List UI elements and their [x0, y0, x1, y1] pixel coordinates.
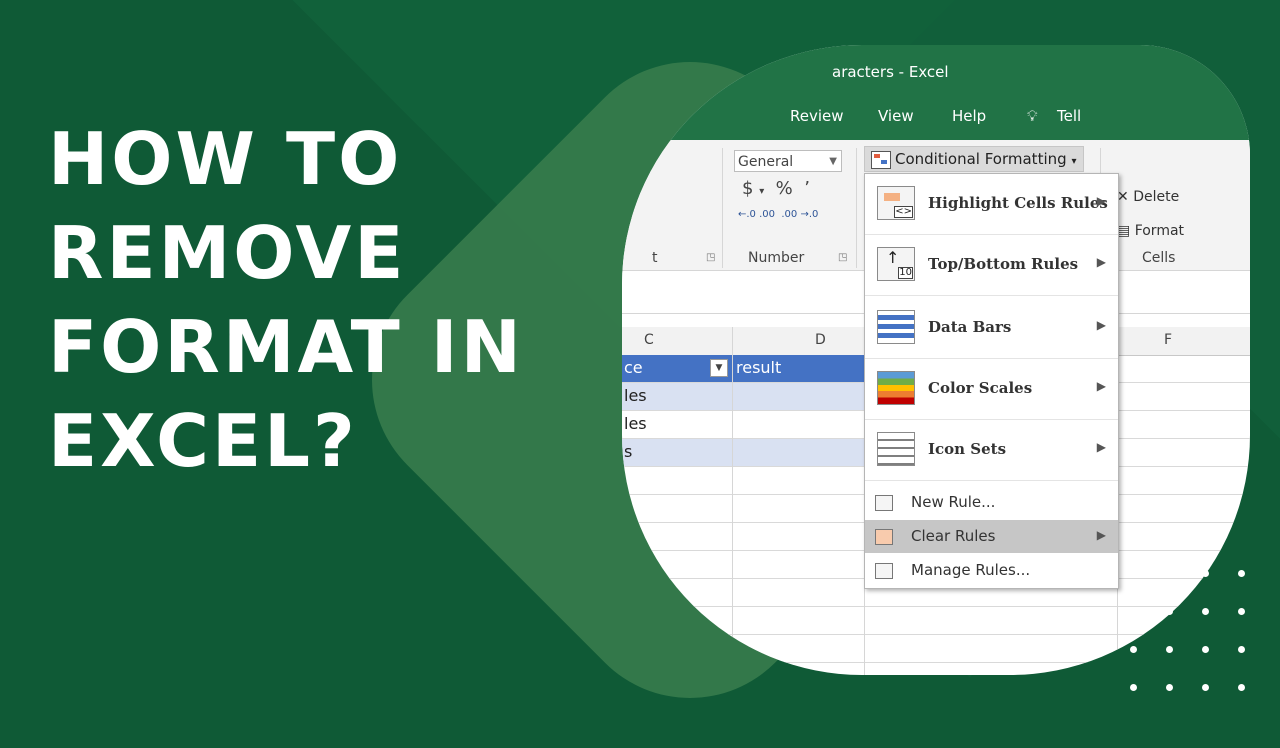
- headline-line-2: REMOVE: [48, 211, 407, 295]
- cell-c: les: [624, 414, 647, 433]
- group-label-alignment: t: [652, 250, 658, 266]
- menu-item-highlight-cells-rules[interactable]: Highlight Cells Rules ▶: [865, 174, 1118, 235]
- delete-cells-button[interactable]: ✕ Delete: [1117, 180, 1184, 214]
- decrease-decimal-button[interactable]: .00 →.0: [781, 209, 818, 220]
- data-bars-icon: [877, 310, 915, 344]
- headline-line-4: EXCEL?: [48, 399, 358, 483]
- icon-sets-icon: [877, 432, 915, 466]
- highlight-cells-icon: [877, 186, 915, 220]
- column-header-d[interactable]: D: [815, 332, 826, 348]
- tab-help[interactable]: Help: [952, 107, 986, 125]
- chevron-right-icon: ▶: [1096, 440, 1106, 454]
- chevron-down-icon: ▾: [1071, 156, 1077, 167]
- excel-titlebar: aracters - Excel Review View Help 💡︎ Tel…: [622, 45, 1250, 140]
- group-label-cells: Cells: [1142, 250, 1176, 266]
- cell-c: s: [624, 442, 633, 461]
- format-cells-button[interactable]: ▤ Format: [1117, 214, 1184, 248]
- dialog-launcher-icon[interactable]: ◳: [706, 252, 715, 263]
- menu-item-color-scales[interactable]: Color Scales ▶: [865, 359, 1118, 420]
- manage-rules-icon: [875, 563, 893, 579]
- chevron-right-icon: ▶: [1096, 255, 1106, 269]
- menu-item-top-bottom-rules[interactable]: Top/Bottom Rules ▶: [865, 235, 1118, 296]
- menu-item-clear-rules[interactable]: Clear Rules ▶: [865, 520, 1118, 553]
- tab-tell-me[interactable]: Tell: [1057, 107, 1081, 125]
- new-rule-icon: [875, 495, 893, 511]
- number-format-dropdown[interactable]: General ▼: [734, 150, 842, 172]
- group-separator: [722, 148, 723, 268]
- dialog-launcher-icon[interactable]: ◳: [838, 252, 847, 263]
- group-label-number: Number: [748, 250, 805, 266]
- conditional-formatting-button[interactable]: Conditional Formatting ▾: [864, 146, 1084, 172]
- eraser-icon: [875, 529, 893, 545]
- cells-group: ✕ Delete ▤ Format: [1117, 180, 1184, 248]
- group-separator: [856, 148, 857, 268]
- increase-decimal-button[interactable]: ←.0 .00: [738, 209, 775, 220]
- menu-item-new-rule[interactable]: New Rule...: [865, 486, 1118, 519]
- cell-c: les: [624, 386, 647, 405]
- number-format-value: General: [738, 154, 794, 170]
- table-row[interactable]: [622, 607, 1250, 635]
- chevron-right-icon: ▶: [1096, 318, 1106, 332]
- excel-screenshot: aracters - Excel Review View Help 💡︎ Tel…: [622, 45, 1250, 675]
- cell-c-header: ce: [624, 358, 643, 377]
- lightbulb-icon: 💡︎: [1027, 107, 1038, 125]
- percent-button[interactable]: %: [776, 178, 793, 199]
- headline-line-1: HOW TO: [48, 117, 403, 201]
- chevron-down-icon: ▼: [829, 156, 837, 167]
- conditional-formatting-label: Conditional Formatting: [895, 150, 1067, 168]
- tab-review[interactable]: Review: [790, 107, 844, 125]
- color-scales-icon: [877, 371, 915, 405]
- column-header-c[interactable]: C: [644, 332, 654, 348]
- chevron-right-icon: ▶: [1096, 528, 1106, 542]
- currency-chevron-icon[interactable]: ▾: [759, 186, 764, 197]
- conditional-formatting-menu: Highlight Cells Rules ▶ Top/Bottom Rules…: [864, 173, 1119, 589]
- table-row[interactable]: [622, 635, 1250, 663]
- menu-item-manage-rules[interactable]: Manage Rules...: [865, 554, 1118, 587]
- headline: HOW TO REMOVE FORMAT IN EXCEL?: [48, 112, 524, 488]
- currency-button[interactable]: $: [742, 178, 753, 199]
- headline-line-3: FORMAT IN: [48, 305, 524, 389]
- table-header-cells: ce ▼ result: [622, 355, 864, 382]
- menu-item-data-bars[interactable]: Data Bars ▶: [865, 298, 1118, 359]
- grid-line: [732, 327, 733, 675]
- conditional-formatting-icon: [871, 151, 891, 169]
- cell-d-header: result: [736, 358, 782, 377]
- chevron-right-icon: ▶: [1096, 194, 1106, 208]
- decimal-buttons: ←.0 .00 .00 →.0: [738, 210, 818, 220]
- comma-button[interactable]: ’: [804, 178, 810, 199]
- top-bottom-icon: [877, 247, 915, 281]
- tab-view[interactable]: View: [878, 107, 914, 125]
- menu-item-icon-sets[interactable]: Icon Sets ▶: [865, 420, 1118, 481]
- chevron-right-icon: ▶: [1096, 379, 1106, 393]
- window-title: aracters - Excel: [832, 63, 949, 81]
- filter-dropdown-icon[interactable]: ▼: [710, 359, 728, 377]
- number-buttons: $ ▾ % ’: [742, 178, 810, 199]
- column-header-f[interactable]: F: [1164, 332, 1172, 348]
